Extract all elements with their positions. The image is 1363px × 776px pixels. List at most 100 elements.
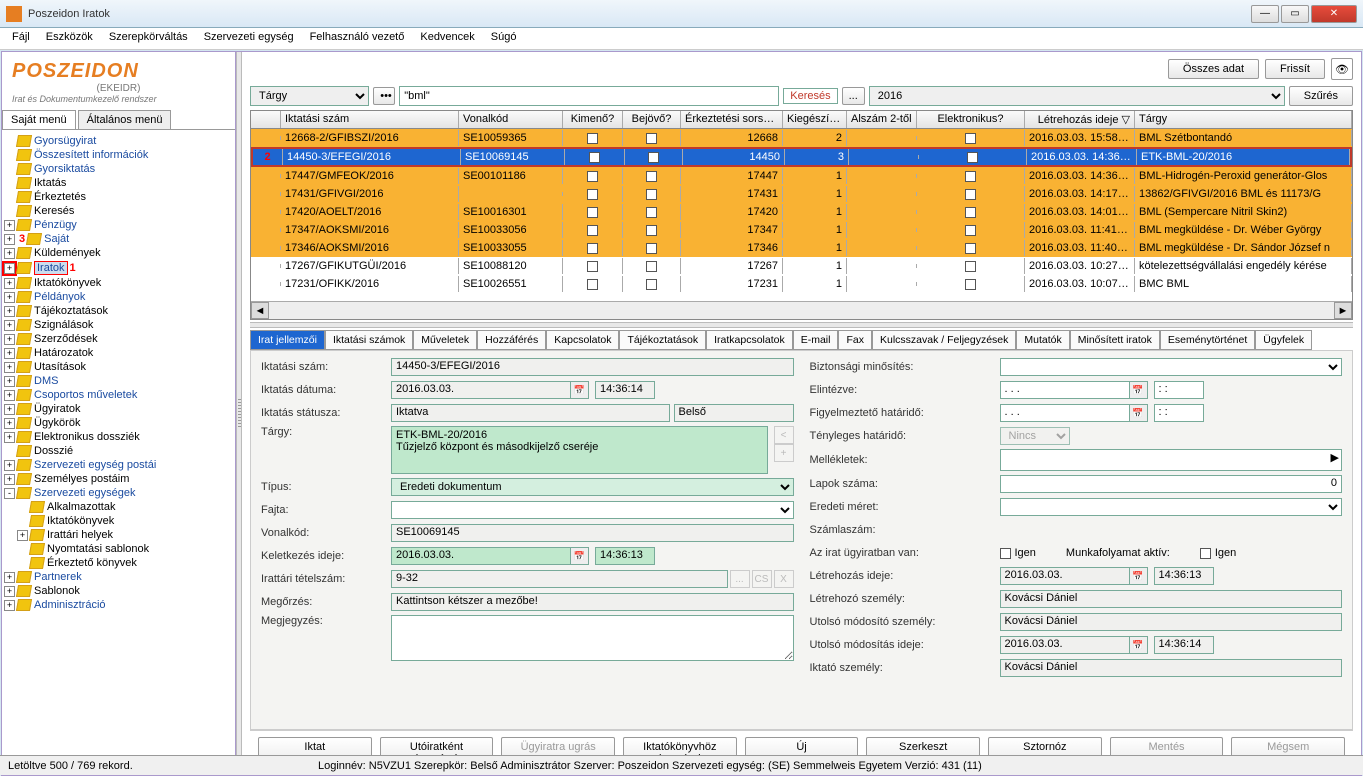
expand-icon[interactable]: + [4, 432, 15, 443]
checkbox[interactable] [965, 279, 976, 290]
checkbox[interactable] [965, 225, 976, 236]
tree-label[interactable]: Szignálások [34, 319, 93, 331]
expand-icon[interactable]: + [4, 418, 15, 429]
tree-node[interactable]: Nyomtatási sablonok [4, 542, 233, 556]
filter-dots-button[interactable]: ••• [373, 87, 395, 105]
eye-icon-button[interactable]: 👁 [1331, 58, 1353, 80]
checkbox[interactable] [587, 243, 598, 254]
checkbox[interactable] [587, 279, 598, 290]
checkbox[interactable] [587, 133, 598, 144]
expand-icon[interactable]: + [4, 306, 15, 317]
tree-label[interactable]: Elektronikus dossziék [34, 431, 140, 443]
tree-node[interactable]: +Személyes postáim [4, 472, 233, 486]
munkaf-checkbox[interactable] [1200, 548, 1211, 559]
col-alszam[interactable]: Alszám 2-től [847, 111, 917, 128]
itsz-cs-button[interactable]: CS [752, 570, 772, 588]
close-button[interactable]: ✕ [1311, 5, 1357, 23]
osszes-adat-button[interactable]: Összes adat [1168, 59, 1259, 79]
calendar-icon[interactable]: 📅 [1130, 636, 1148, 654]
tree-label[interactable]: Csoportos műveletek [34, 389, 137, 401]
tab-tajekoztatasok[interactable]: Tájékoztatások [619, 330, 706, 350]
checkbox[interactable] [646, 243, 657, 254]
table-row[interactable]: 17420/AOELT/2016SE100163011742012016.03.… [251, 203, 1352, 221]
tree-label[interactable]: Iratok [34, 261, 68, 275]
tree-label[interactable]: Szerződések [34, 333, 98, 345]
tree-node[interactable]: +Pénzügy [4, 218, 233, 232]
checkbox[interactable] [967, 152, 978, 163]
tree-node[interactable]: Alkalmazottak [4, 500, 233, 514]
minimize-button[interactable]: — [1251, 5, 1279, 23]
tree-label[interactable]: Szervezeti egységek [34, 487, 136, 499]
tab-esemenytortenet[interactable]: Eseménytörténet [1160, 330, 1255, 350]
arrow-down-icon[interactable]: ▶ [1331, 451, 1339, 464]
menu-sugo[interactable]: Súgó [483, 28, 525, 49]
tree-label[interactable]: Érkeztetés [34, 191, 86, 203]
elint-time[interactable]: : : [1154, 381, 1204, 399]
expand-icon[interactable]: + [4, 460, 15, 471]
maximize-button[interactable]: ▭ [1281, 5, 1309, 23]
checkbox[interactable] [965, 133, 976, 144]
tree-node[interactable]: +Szignálások [4, 318, 233, 332]
tree-node[interactable]: +Ügykörök [4, 416, 233, 430]
tree-label[interactable]: Iktatókönyvek [34, 277, 101, 289]
tree-node[interactable]: +Szerződések [4, 332, 233, 346]
checkbox[interactable] [646, 261, 657, 272]
targy-textarea[interactable]: ETK-BML-20/2016Tűzjelző központ és másod… [391, 426, 768, 474]
tree-label[interactable]: Személyes postáim [34, 473, 129, 485]
fajta-select[interactable] [391, 501, 794, 519]
elint-date[interactable]: . . . [1000, 381, 1130, 399]
tree-label[interactable]: Iktatókönyvek [47, 515, 114, 527]
megj-textarea[interactable] [391, 615, 794, 661]
search-button[interactable]: Keresés [783, 88, 837, 104]
col-bejovo[interactable]: Bejövő? [623, 111, 681, 128]
expand-icon[interactable]: - [4, 488, 15, 499]
checkbox[interactable] [587, 261, 598, 272]
tab-iratkapcsolatok[interactable]: Iratkapcsolatok [706, 330, 793, 350]
grid-hscroll[interactable]: ◄ ► [251, 301, 1352, 319]
table-row[interactable]: 17347/AOKSMI/2016SE100330561734712016.03… [251, 221, 1352, 239]
tree-node[interactable]: + Elektronikus dossziék [4, 430, 233, 444]
tree-label[interactable]: Partnerek [34, 571, 82, 583]
calendar-icon[interactable]: 📅 [1130, 381, 1148, 399]
tree-label[interactable]: Nyomtatási sablonok [47, 543, 149, 555]
scroll-left-icon[interactable]: ◄ [251, 302, 269, 319]
targy-plus-button[interactable]: + [774, 444, 794, 462]
tree-node[interactable]: +DMS [4, 374, 233, 388]
tab-kapcsolatok[interactable]: Kapcsolatok [546, 330, 619, 350]
checkbox[interactable] [965, 171, 976, 182]
tree-node[interactable]: - Szervezeti egységek [4, 486, 233, 500]
checkbox[interactable] [587, 207, 598, 218]
checkbox[interactable] [587, 189, 598, 200]
expand-icon[interactable]: + [4, 263, 15, 274]
tree-label[interactable]: Szervezeti egység postái [34, 459, 156, 471]
calendar-icon[interactable]: 📅 [1130, 567, 1148, 585]
tree-node[interactable]: Keresés [4, 204, 233, 218]
tree-label[interactable]: Saját [44, 233, 69, 245]
tree-label[interactable]: Gyorsiktatás [34, 163, 95, 175]
nav-tree[interactable]: Gyorsügyirat Összesített információk Gyors… [2, 130, 235, 759]
tree-node[interactable]: +Határozatok [4, 346, 233, 360]
col-elektronikus[interactable]: Elektronikus? [917, 111, 1025, 128]
targy-less-button[interactable]: < [774, 426, 794, 444]
tree-label[interactable]: Érkeztető könyvek [47, 557, 137, 569]
tree-label[interactable]: Gyorsügyirat [34, 135, 96, 147]
calendar-icon[interactable]: 📅 [571, 547, 589, 565]
tree-node[interactable]: +Irattári helyek [4, 528, 233, 542]
expand-icon[interactable]: + [4, 376, 15, 387]
itsz-dots-button[interactable]: ... [730, 570, 750, 588]
lapok-value[interactable]: 0 [1000, 475, 1343, 493]
menu-eszkozok[interactable]: Eszközök [38, 28, 101, 49]
mell-field[interactable]: ▶ [1000, 449, 1343, 471]
checkbox[interactable] [646, 225, 657, 236]
tab-kulcsszavak[interactable]: Kulcsszavak / Feljegyzések [872, 330, 1016, 350]
tree-label[interactable]: Alkalmazottak [47, 501, 115, 513]
tree-node[interactable]: +Sablonok [4, 584, 233, 598]
tree-node[interactable]: Összesített információk [4, 148, 233, 162]
tree-label[interactable]: Összesített információk [34, 149, 148, 161]
col-kiegeszito[interactable]: Kiegészítő ... [783, 111, 847, 128]
tree-label[interactable]: Példányok [34, 291, 85, 303]
tree-node[interactable]: Gyorsügyirat [4, 134, 233, 148]
expand-icon[interactable]: + [4, 586, 15, 597]
tree-label[interactable]: Határozatok [34, 347, 93, 359]
tree-label[interactable]: Keresés [34, 205, 74, 217]
